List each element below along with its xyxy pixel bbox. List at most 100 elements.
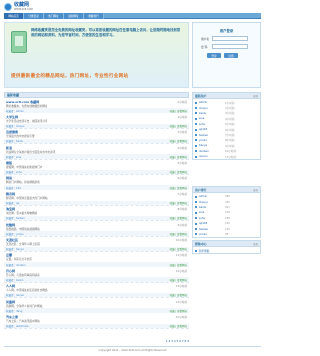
entry-meta[interactable]: 收藏者：kaixin (6, 278, 23, 282)
sidebar-item-time: 11小时前 (225, 155, 237, 159)
more-link[interactable]: 更多 (253, 94, 258, 98)
entry-footer: 收藏者：163 收藏 | 查看网址 (4, 185, 189, 190)
sidebar-item-name[interactable]: douban (199, 150, 225, 153)
nav-item-home[interactable]: 网站首页 (4, 13, 24, 19)
entry-date: 10小时前 (175, 239, 187, 243)
entry-action[interactable]: 收藏 | 查看网址 (170, 139, 187, 143)
sidebar-item-name[interactable]: taobao (199, 228, 225, 231)
bullet-icon (195, 206, 197, 209)
entry-desc: 凤凰网，全球华人新闻门户网站 (6, 304, 43, 308)
bullet-icon (195, 128, 197, 131)
entry-meta[interactable]: 收藏者：youku (6, 232, 24, 236)
entry-meta[interactable]: 收藏者：baidu (6, 139, 23, 143)
password-input[interactable] (212, 44, 248, 49)
entry-action[interactable]: 收藏 | 查看网址 (170, 263, 187, 267)
entry-desc: 优酷视频，中国领先视频网站 (6, 227, 40, 231)
bullet-icon (195, 211, 197, 214)
sidebar-item-time: 120 (225, 227, 230, 231)
sidebar-item-time: 7小时前 (225, 134, 235, 138)
sidebar-item-name[interactable]: admin (199, 195, 225, 198)
sidebar-item-time: 2小时前 (225, 107, 235, 111)
sidebar-item-name[interactable]: 新手帮助 (199, 249, 225, 253)
list-item: 百度搜索 3小时前 全球最大的中文搜索引擎 收藏者：baidu 收藏 | 查看网址 (4, 129, 189, 145)
latest-list: 最新收藏 www.sc8.com 收藏网 2小时前 网址收藏夹，免费在线收藏您的网址… (4, 92, 189, 329)
sidebar-item-name[interactable]: admin (199, 101, 225, 104)
entry-date: 3小时前 (177, 131, 187, 135)
sidebar-item-name[interactable]: xiaoyu (199, 201, 225, 204)
sidebar-item-name[interactable]: qq163 (199, 128, 225, 131)
sidebar-item-name[interactable]: renren (199, 155, 225, 158)
sidebar-item-time: 1小时前 (225, 101, 235, 105)
nav-item-rank[interactable]: 收藏排行 (84, 13, 104, 19)
sidebar-item[interactable]: renren 11小时前 (195, 154, 258, 159)
entry-action[interactable]: 收藏 | 查看网址 (170, 324, 187, 328)
register-button[interactable]: 注册 (224, 53, 238, 58)
sidebar-item-name[interactable]: sohu (199, 123, 225, 126)
entry-action[interactable]: 收藏 | 查看网址 (170, 201, 187, 205)
sidebar-item-name[interactable]: xiaoyu (199, 107, 225, 110)
bullet-icon (195, 233, 197, 236)
entry-meta[interactable]: 收藏者：qq (6, 201, 19, 205)
username-input[interactable] (212, 36, 248, 41)
sidebar-item-name[interactable]: youku (199, 233, 225, 236)
entry-footer: 收藏者：autohome 收藏 | 查看网址 (4, 323, 189, 329)
entry-action[interactable]: 收藏 | 查看网址 (170, 109, 187, 113)
entry-date: 7小时前 (177, 192, 187, 196)
entry-footer: 收藏者：renren 收藏 | 查看网址 (4, 292, 189, 298)
sidebar-item-name[interactable]: baidu (199, 206, 225, 209)
entry-action[interactable]: 收藏 | 查看网址 (170, 309, 187, 313)
entry-meta[interactable]: 收藏者：xiaoyu (6, 124, 24, 128)
entry-meta[interactable]: 收藏者：renren (6, 293, 24, 297)
entry-meta[interactable]: 收藏者：ifeng (6, 309, 22, 313)
entry-meta[interactable]: 收藏者：sina (6, 155, 21, 159)
logo-domain: WWW.SC8.COM (14, 8, 33, 11)
sidebar-item[interactable]: 新手帮助 (195, 248, 258, 253)
entry-meta[interactable]: 收藏者：autohome (6, 324, 29, 328)
sidebar-item-name[interactable]: taobao (199, 134, 225, 137)
sidebar-item-time: 98 (225, 232, 229, 236)
entry-meta[interactable]: 收藏者：douban (6, 263, 25, 267)
banner: 网络收藏夹是完全免费的网址收藏夹，可以将您收藏的网址在任意电脑上访问，让您随时随… (4, 22, 189, 88)
sidebar-item-name[interactable]: sohu (199, 217, 225, 220)
entry-action[interactable]: 收藏 | 查看网址 (170, 124, 187, 128)
sidebar-item-name[interactable]: qq163 (199, 222, 225, 225)
entry-action[interactable]: 收藏 | 查看网址 (170, 232, 187, 236)
entry-meta[interactable]: 收藏者：sohu (6, 170, 22, 174)
list-item: 腾讯网 7小时前 腾讯网，中国浏览量最大的门户网站 收藏者：qq 收藏 | 查看网址 (4, 190, 189, 206)
entry-meta[interactable]: 收藏者：tianya (6, 247, 24, 251)
sidebar-item-name[interactable]: baidu (199, 112, 225, 115)
entry-action[interactable]: 收藏 | 查看网址 (170, 216, 187, 220)
sidebar-item-name[interactable]: tianya (199, 144, 225, 147)
sidebar-item-name[interactable]: sina (199, 117, 225, 120)
entry-meta[interactable]: 收藏者：admin (6, 109, 24, 113)
pager[interactable]: 1 2 3 4 5 6 7 8 9 (4, 339, 189, 343)
banner-slogan: 提供最新最全的精品网站，热门网址，专业性行业网站 (11, 74, 129, 79)
entry-footer: 收藏者：youku 收藏 | 查看网址 (4, 231, 189, 236)
site-logo[interactable]: 收藏网 WWW.SC8.COM (4, 2, 44, 12)
entry-meta[interactable]: 收藏者：taobao (6, 216, 25, 220)
entry-meta[interactable]: 收藏者：163 (6, 186, 21, 190)
entry-action[interactable]: 收藏 | 查看网址 (170, 247, 187, 251)
entry-action[interactable]: 收藏 | 查看网址 (170, 186, 187, 190)
nav-item-category[interactable]: 分类目录 (24, 13, 44, 19)
nav-item-latest[interactable]: 最新网址 (64, 13, 84, 19)
entry-desc: 搜狐网，中国领先的新媒体门户 (6, 166, 43, 170)
entry-action[interactable]: 收藏 | 查看网址 (170, 293, 187, 297)
nav-item-hot[interactable]: 热门网址 (44, 13, 64, 19)
entry-action[interactable]: 收藏 | 查看网址 (170, 155, 187, 159)
entry-footer: 收藏者：admin 收藏 | 查看网址 (4, 108, 189, 113)
sidebar-item-time: 432 (225, 200, 230, 204)
logo-icon (4, 3, 12, 11)
bullet-icon (195, 155, 197, 158)
more-link[interactable]: 更多 (253, 188, 258, 192)
sidebar-item-name[interactable]: sina (199, 211, 225, 214)
entry-action[interactable]: 收藏 | 查看网址 (170, 278, 187, 282)
entry-date: 11小时前 (175, 254, 187, 258)
more-link[interactable]: 更多 (253, 242, 258, 246)
bullet-icon (195, 144, 197, 147)
sidebar-item[interactable]: youku 98 (195, 232, 258, 237)
entry-action[interactable]: 收藏 | 查看网址 (170, 170, 187, 174)
entry-desc: 天涯社区，全球华人网上家园 (6, 243, 40, 247)
login-button[interactable]: 登录 (207, 53, 221, 58)
sidebar-item-name[interactable]: youku (199, 139, 225, 142)
